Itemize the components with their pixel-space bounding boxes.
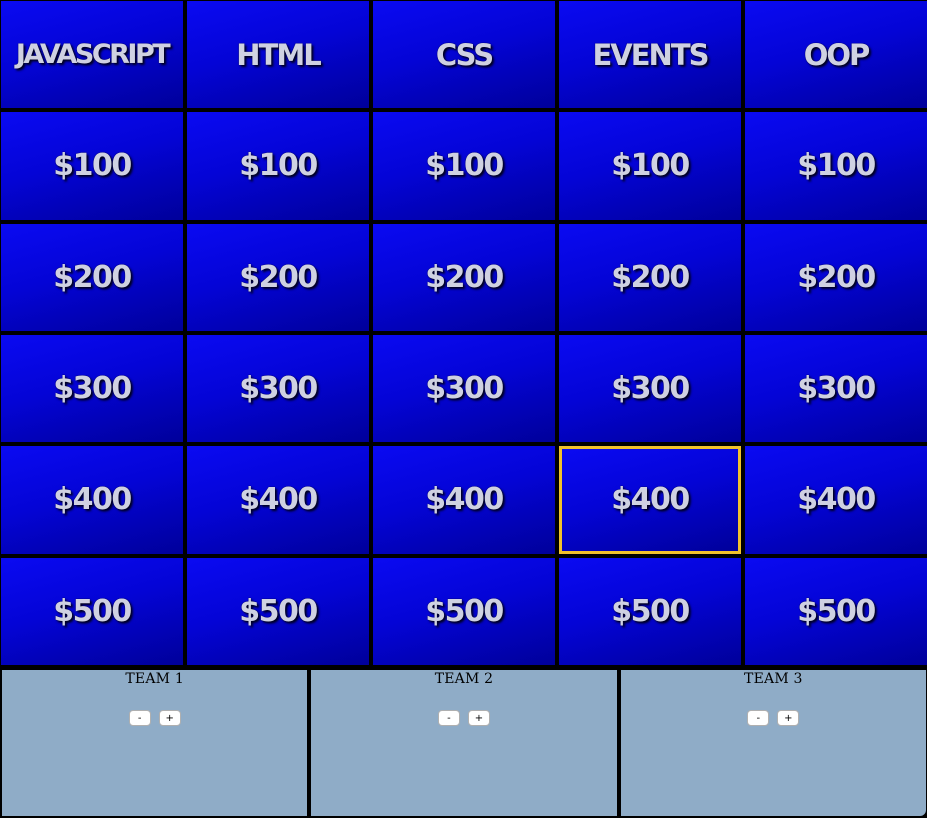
clue-javascript-500[interactable]: $500 (1, 557, 183, 665)
category-javascript: JAVASCRIPT (1, 1, 183, 109)
clue-css-200[interactable]: $200 (373, 223, 555, 331)
clue-oop-500[interactable]: $500 (745, 557, 927, 665)
clue-html-400[interactable]: $400 (187, 446, 369, 554)
clue-html-100[interactable]: $100 (187, 112, 369, 220)
team-name: TEAM 1 (125, 671, 184, 687)
score-controls: - + (2, 710, 307, 726)
team-3-plus-button[interactable]: + (777, 710, 800, 726)
clue-oop-200[interactable]: $200 (745, 223, 927, 331)
score-controls: - + (621, 710, 926, 726)
jeopardy-board: JAVASCRIPT HTML CSS EVENTS OOP $100 $100… (0, 0, 927, 668)
team-1-minus-button[interactable]: - (128, 710, 151, 726)
clue-css-100[interactable]: $100 (373, 112, 555, 220)
team-1-plus-button[interactable]: + (158, 710, 181, 726)
team-3-minus-button[interactable]: - (747, 710, 770, 726)
team-panel-3: TEAM 3 - + (620, 670, 926, 816)
clue-events-100[interactable]: $100 (559, 112, 741, 220)
clue-events-500[interactable]: $500 (559, 557, 741, 665)
clue-css-500[interactable]: $500 (373, 557, 555, 665)
clue-oop-100[interactable]: $100 (745, 112, 927, 220)
category-events: EVENTS (559, 1, 741, 109)
team-name: TEAM 2 (434, 671, 494, 687)
clue-html-300[interactable]: $300 (187, 335, 369, 443)
clue-javascript-400[interactable]: $400 (1, 446, 183, 554)
clue-oop-300[interactable]: $300 (745, 335, 927, 443)
clue-html-200[interactable]: $200 (187, 223, 369, 331)
clue-javascript-300[interactable]: $300 (1, 335, 183, 443)
clue-oop-400[interactable]: $400 (745, 446, 927, 554)
score-controls: - + (311, 710, 616, 726)
team-2-minus-button[interactable]: - (437, 710, 460, 726)
team-2-plus-button[interactable]: + (467, 710, 490, 726)
clue-events-300[interactable]: $300 (559, 335, 741, 443)
category-oop: OOP (745, 1, 927, 109)
category-css: CSS (373, 1, 555, 109)
team-scoreboard: TEAM 1 - + TEAM 2 - + TEAM 3 - + (0, 668, 927, 818)
clue-javascript-200[interactable]: $200 (1, 223, 183, 331)
clue-events-400-selected[interactable]: $400 (559, 446, 741, 554)
team-panel-1: TEAM 1 - + (2, 670, 308, 816)
team-name: TEAM 3 (744, 671, 803, 687)
clue-javascript-100[interactable]: $100 (1, 112, 183, 220)
category-html: HTML (187, 1, 369, 109)
clue-css-300[interactable]: $300 (373, 335, 555, 443)
clue-html-500[interactable]: $500 (187, 557, 369, 665)
team-panel-2: TEAM 2 - + (311, 670, 617, 816)
clue-events-200[interactable]: $200 (559, 223, 741, 331)
clue-css-400[interactable]: $400 (373, 446, 555, 554)
